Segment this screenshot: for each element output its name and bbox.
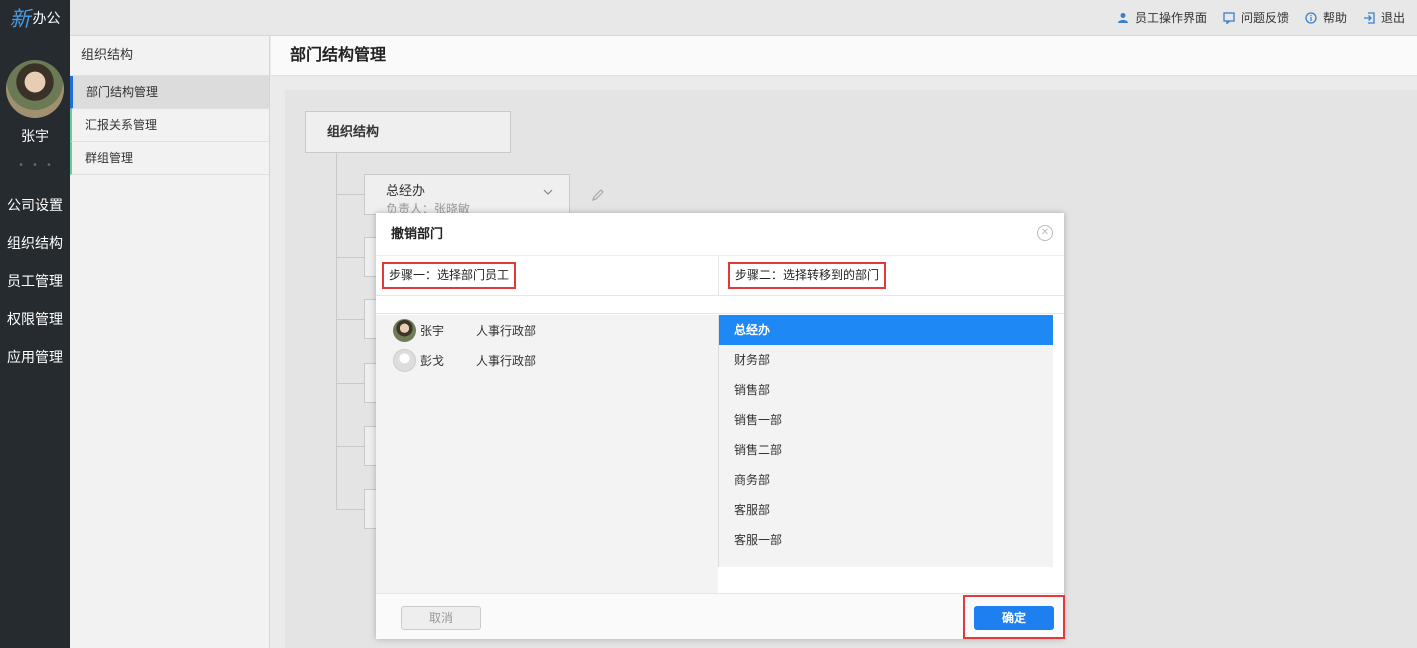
list-item[interactable]: 彭戈 人事行政部 <box>376 345 718 375</box>
divider <box>718 256 719 296</box>
list-item[interactable]: 客服一部 <box>719 525 1053 555</box>
list-item[interactable]: 客服部 <box>719 495 1053 525</box>
tree-branch <box>336 319 365 320</box>
app-logo[interactable]: 新 办公 <box>0 0 70 36</box>
steps-row: 步骤一：选择部门员工 步骤二：选择转移到的部门 <box>376 256 1064 296</box>
tree-branch <box>336 383 365 384</box>
page-title: 部门结构管理 <box>271 36 1417 76</box>
target-dept-list: 总经办 财务部 销售部 销售一部 销售二部 商务部 客服部 客服一部 <box>718 315 1053 567</box>
list-item[interactable]: 销售一部 <box>719 405 1053 435</box>
nav-org-structure[interactable]: 组织结构 <box>0 225 70 263</box>
list-item[interactable]: 总经办 <box>719 315 1053 345</box>
tree-branch <box>336 194 365 195</box>
logo-text: 办公 <box>32 11 61 27</box>
employee-list: 张宇 人事行政部 彭戈 人事行政部 <box>376 315 718 593</box>
tree-line <box>336 153 337 509</box>
nav-app-management[interactable]: 应用管理 <box>0 339 70 377</box>
org-root-node[interactable]: 组织结构 <box>305 111 511 153</box>
feedback-label: 问题反馈 <box>1240 11 1289 25</box>
info-icon <box>1305 11 1318 24</box>
list-item[interactable]: 财务部 <box>719 345 1053 375</box>
left-sidebar: 新 办公 张宇 ••• 公司设置 组织结构 员工管理 权限管理 应用管理 <box>0 0 70 648</box>
tree-branch <box>336 257 365 258</box>
employee-name: 张宇 <box>420 323 445 338</box>
employee-dept: 人事行政部 <box>476 323 537 338</box>
list-item[interactable]: 商务部 <box>719 465 1053 495</box>
logout-label: 退出 <box>1380 11 1405 25</box>
feedback-link[interactable]: 问题反馈 <box>1223 9 1289 26</box>
sub-sidebar: 组织结构 部门结构管理 汇报关系管理 群组管理 <box>70 36 270 648</box>
logout-link[interactable]: 退出 <box>1363 9 1405 26</box>
dialog-footer: 取消 确定 <box>376 593 1065 639</box>
help-label: 帮助 <box>1322 11 1347 25</box>
avatar[interactable] <box>6 60 64 118</box>
step-two-label: 步骤二：选择转移到的部门 <box>728 262 887 289</box>
nav-company-settings[interactable]: 公司设置 <box>0 187 70 225</box>
list-item[interactable]: 张宇 人事行政部 <box>376 315 718 345</box>
user-name: 张宇 <box>21 129 49 145</box>
edit-pencil-icon[interactable] <box>591 188 605 206</box>
tree-branch <box>336 509 365 510</box>
close-icon[interactable]: ✕ <box>1037 225 1053 241</box>
subnav-reporting-relations[interactable]: 汇报关系管理 <box>70 109 269 142</box>
sub-sidebar-title: 组织结构 <box>70 36 269 76</box>
nav-employee-management[interactable]: 员工管理 <box>0 263 70 301</box>
subnav-group-management[interactable]: 群组管理 <box>70 142 269 175</box>
logout-icon <box>1363 11 1376 24</box>
employee-view-link[interactable]: 员工操作界面 <box>1117 9 1207 26</box>
employee-name: 彭戈 <box>420 353 445 368</box>
employee-view-label: 员工操作界面 <box>1134 11 1207 25</box>
top-bar: 员工操作界面 问题反馈 帮助 退出 <box>70 0 1417 36</box>
subnav-dept-structure[interactable]: 部门结构管理 <box>70 76 269 109</box>
tree-branch <box>336 446 365 447</box>
list-item[interactable]: 销售二部 <box>719 435 1053 465</box>
confirm-highlight: 确定 <box>963 595 1065 639</box>
avatar <box>393 348 416 372</box>
step-one-label: 步骤一：选择部门员工 <box>382 262 517 289</box>
dissolve-dept-dialog: 撤销部门 ✕ 步骤一：选择部门员工 步骤二：选择转移到的部门 张宇 人事行政部 … <box>376 213 1065 639</box>
feedback-icon <box>1223 11 1236 24</box>
dialog-title: 撤销部门 <box>376 213 1064 256</box>
employee-dept: 人事行政部 <box>476 353 537 368</box>
cancel-button[interactable]: 取消 <box>401 606 481 630</box>
chevron-down-icon[interactable] <box>543 185 553 198</box>
spacer <box>376 297 1064 314</box>
main-nav: 公司设置 组织结构 员工管理 权限管理 应用管理 <box>0 187 70 377</box>
avatar <box>393 318 416 342</box>
nav-permission-management[interactable]: 权限管理 <box>0 301 70 339</box>
dept-node-name: 总经办 <box>386 184 426 199</box>
user-icon <box>1117 11 1130 24</box>
confirm-button[interactable]: 确定 <box>974 606 1054 630</box>
dept-node[interactable]: 总经办 负责人：张晓敏 <box>364 174 570 216</box>
more-dots-icon[interactable]: ••• <box>0 160 70 171</box>
list-item[interactable]: 销售部 <box>719 375 1053 405</box>
logo-mark: 新 <box>9 7 31 31</box>
help-link[interactable]: 帮助 <box>1305 9 1347 26</box>
